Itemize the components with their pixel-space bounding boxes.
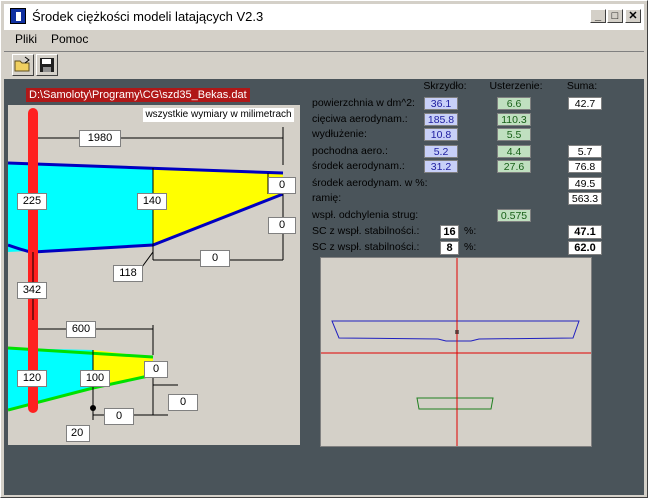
sc2-input[interactable]: 8 [440,241,459,255]
header-tail: Usterzenie: [489,80,543,92]
header-wing: Skrzydło: [423,80,467,92]
row-label: ramię: [312,192,342,204]
sum-value: 76.8 [568,160,602,173]
app-icon [10,8,26,24]
cg-plot [320,257,592,447]
drawing-panel [8,105,300,445]
wing-mid-chord-field[interactable]: 140 [137,193,167,210]
window-title: Środek ciężkości modeli latających V2.3 [32,9,264,24]
wing-span-field[interactable]: 1980 [79,130,121,147]
open-button[interactable] [12,54,34,76]
sc1-value: 47.1 [568,225,602,239]
sc2-unit: %: [464,241,477,253]
cg-plot-canvas [321,258,591,446]
row-label: cięciwa aerodynam.: [312,113,408,125]
sc1-input[interactable]: 16 [440,225,459,239]
sc1-label: SC z wspł. stabilności.: [312,225,420,237]
tail-span-field[interactable]: 600 [66,321,96,338]
floppy-disk-icon [40,58,54,72]
save-button[interactable] [36,54,58,76]
planform-drawing [8,108,284,420]
units-note: wszystkie wymiary w milimetrach [143,108,294,122]
menu-pliki[interactable]: Pliki [15,32,37,46]
sc2-label: SC z wspł. stabilności.: [312,241,420,253]
header-sum: Suma: [566,80,598,92]
tail-value: 5.5 [497,128,531,141]
tail-sweep-field[interactable]: 0 [168,394,198,411]
sc2-value: 62.0 [568,241,602,255]
row-label: środek aerodynam. w %: [312,177,428,189]
sum-value: 563.3 [568,192,602,205]
row-label: powierzchnia w dm^2: [312,97,415,109]
wing-value: 10.8 [424,128,458,141]
wing-mid-dist-field[interactable]: 0 [200,250,230,267]
row-label: pochodna aero.: [312,145,388,157]
tail-value: 27.6 [497,160,531,173]
wing-root-chord-field[interactable]: 225 [17,193,47,210]
sum-value: 42.7 [568,97,602,110]
tail-mid-dist-field[interactable]: 0 [104,408,134,425]
tail-mid-chord-field[interactable]: 100 [80,370,110,387]
wing-mid-pos-field[interactable]: 118 [113,265,143,282]
menu-pomoc[interactable]: Pomoc [51,32,88,46]
toolbar [4,51,644,77]
sc1-unit: %: [464,225,477,237]
wing-value: 185.8 [424,113,458,126]
tail-mid-pos-field[interactable]: 20 [66,425,90,442]
minimize-button[interactable]: _ [590,9,606,23]
tail-tip-gap-field[interactable]: 0 [144,361,168,378]
close-button[interactable]: ✕ [625,9,641,23]
row-label: środek aerodynam.: [312,160,405,172]
menu-bar: Pliki Pomoc [4,30,644,48]
sum-value: 49.5 [568,177,602,190]
wing-value: 5.2 [424,145,458,158]
tail-value: 4.4 [497,145,531,158]
wing-outer-panel [153,168,283,245]
maximize-button[interactable]: □ [607,9,623,23]
wing-sweep-field[interactable]: 0 [268,217,296,234]
tail-outline [416,397,494,410]
tail-root-chord-field[interactable]: 120 [17,370,47,387]
tail-value: 0.575 [497,209,531,222]
wing-tip-gap-field[interactable]: 0 [268,177,296,194]
wing-tail-distance-field[interactable]: 342 [17,282,47,299]
open-folder-icon [14,56,30,72]
file-path-label: D:\Samoloty\Programy\CG\szd35_Bekas.dat [26,88,250,102]
title-bar: Środek ciężkości modeli latających V2.3 … [4,4,644,30]
row-label: wydłużenie: [312,128,367,140]
wing-value: 36.1 [424,97,458,110]
sum-value: 5.7 [568,145,602,158]
wing-value: 31.2 [424,160,458,173]
tail-value: 6.6 [497,97,531,110]
row-label: wspł. odchylenia strug: [312,209,419,221]
tail-value: 110.3 [497,113,531,126]
